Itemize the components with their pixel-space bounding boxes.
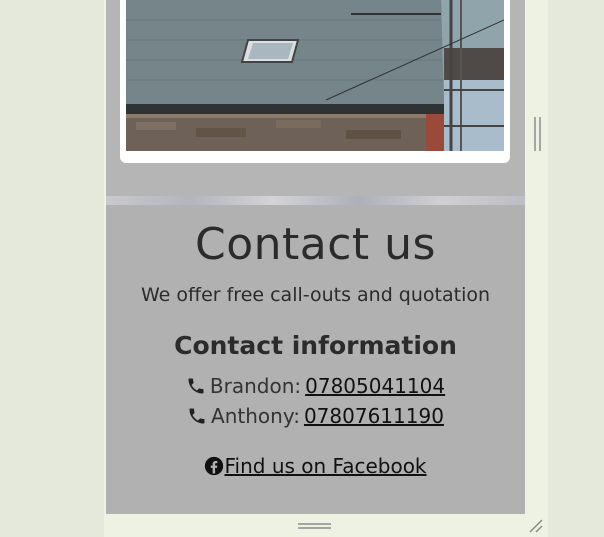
contact-section: Contact us We offer free call-outs and q… [106, 205, 525, 514]
phone-link-anthony[interactable]: 07807611190 [304, 404, 444, 428]
contact-name-label: Anthony: [211, 404, 300, 428]
facebook-link[interactable]: Find us on Facebook [204, 454, 427, 478]
phone-icon [189, 408, 205, 424]
contact-information-heading: Contact information [174, 331, 457, 360]
contact-title: Contact us [195, 219, 436, 270]
gallery-card [120, 0, 510, 163]
section-divider-strip [106, 196, 525, 205]
phone-link-brandon[interactable]: 07805041104 [305, 374, 445, 398]
roof-photo [126, 0, 504, 151]
horizontal-resize-grip[interactable] [298, 523, 331, 529]
facebook-link-label: Find us on Facebook [224, 454, 427, 478]
facebook-line: Find us on Facebook [106, 454, 525, 478]
contact-subtitle: We offer free call-outs and quotation [140, 284, 491, 306]
content-container: Contact us We offer free call-outs and q… [106, 0, 525, 514]
vertical-resize-grip[interactable] [534, 117, 541, 151]
resize-handle-icon[interactable] [528, 518, 544, 534]
contact-line-brandon: Brandon: 07805041104 [106, 374, 525, 398]
facebook-icon [205, 456, 224, 476]
phone-icon [188, 378, 204, 394]
contact-line-anthony: Anthony: 07807611190 [106, 404, 525, 428]
contact-name-label: Brandon: [209, 374, 302, 398]
roof-photo-illustration [126, 0, 504, 151]
